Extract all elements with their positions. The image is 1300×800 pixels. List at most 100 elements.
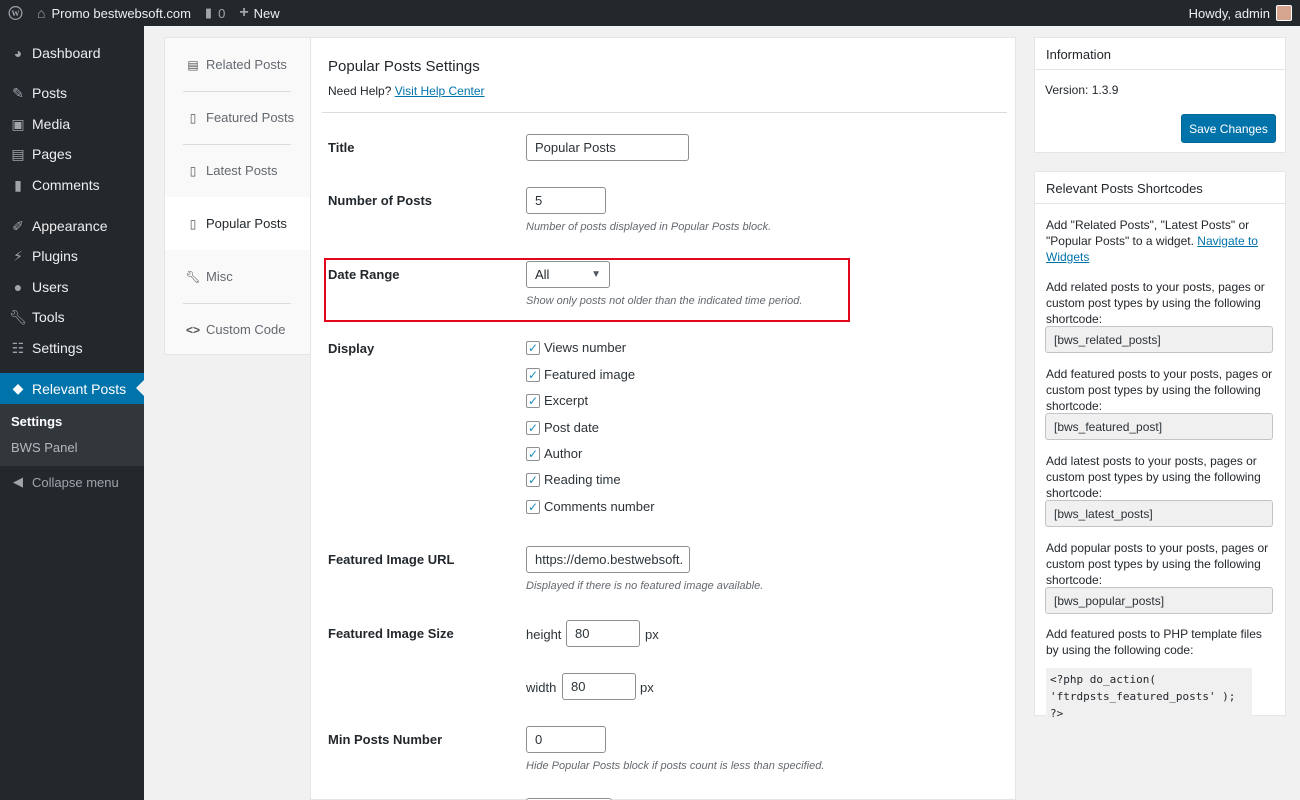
latest-shortcode-field[interactable]: [bws_latest_posts] — [1045, 500, 1273, 527]
php-code-line: <?php do_action( — [1050, 673, 1156, 686]
related-shortcode-field[interactable]: [bws_related_posts] — [1045, 326, 1273, 353]
menu-item-posts[interactable]: ✎ Posts — [0, 78, 144, 108]
tab-misc[interactable]: 🔧︎ Misc — [165, 250, 310, 303]
menu-item-label: Comments — [32, 177, 100, 193]
tab-latest-posts[interactable]: ▯ Latest Posts — [165, 144, 310, 197]
help-prefix: Need Help? — [328, 84, 392, 98]
menu-item-plugins[interactable]: ⚡ Plugins — [0, 241, 144, 271]
latest-shortcode-text: Add latest posts to your posts, pages or… — [1046, 454, 1261, 500]
min-posts-number-input[interactable]: 0 — [526, 726, 606, 753]
checkbox-label: Reading time — [544, 472, 621, 487]
brush-icon: ✐ — [12, 217, 24, 234]
plus-icon: + — [239, 4, 249, 21]
php-code-line: 'ftrdpsts_featured_posts' ); ?> — [1050, 690, 1236, 720]
collapse-label: Collapse menu — [32, 474, 119, 490]
page-title: Popular Posts Settings — [328, 58, 480, 75]
menu-item-label: Settings — [32, 340, 83, 356]
menu-item-label: Posts — [32, 85, 68, 101]
site-name-link[interactable]: ⌂ Promo bestwebsoft.com — [30, 0, 198, 26]
save-changes-button[interactable]: Save Changes — [1181, 114, 1276, 143]
menu-item-media[interactable]: ▣ Media — [0, 109, 144, 139]
tab-featured-posts[interactable]: ▯ Featured Posts — [165, 91, 310, 144]
height-label: height — [526, 627, 562, 642]
featured-image-url-description: Displayed if there is no featured image … — [526, 580, 764, 592]
min-posts-number-description: Hide Popular Posts block if posts count … — [526, 760, 825, 772]
tab-related-posts[interactable]: ▤ Related Posts — [165, 38, 310, 91]
featured-image-url-label: Featured Image URL — [328, 552, 455, 567]
home-icon: ⌂ — [37, 5, 46, 21]
checkbox-featured-image[interactable]: ✓ Featured image — [526, 367, 635, 382]
width-input[interactable]: 80 — [562, 673, 636, 700]
tab-label: Related Posts — [206, 57, 287, 72]
wordpress-logo-icon[interactable]: W — [0, 0, 30, 26]
svg-text:W: W — [11, 9, 20, 18]
document-icon: ▯ — [189, 163, 197, 178]
collapse-arrow-icon: ◀ — [13, 474, 23, 489]
menu-item-label: Tools — [32, 309, 65, 325]
date-range-select[interactable]: All ▼ — [526, 261, 610, 288]
settings-tabs: ▤ Related Posts ▯ Featured Posts ▯ Latest P… — [164, 37, 311, 356]
checkbox-label: Comments number — [544, 499, 655, 514]
version-text: Version: 1.3.9 — [1045, 83, 1119, 97]
code-icon: <> — [185, 322, 200, 337]
featured-shortcode-text: Add featured posts to your posts, pages … — [1046, 367, 1273, 413]
menu-item-comments[interactable]: ▮ Comments — [0, 170, 144, 200]
date-range-value: All — [535, 267, 550, 282]
media-icon: ▣ — [11, 115, 25, 132]
checkbox-label: Excerpt — [544, 393, 589, 408]
pages-icon: ▤ — [11, 145, 25, 162]
menu-item-relevant-posts[interactable]: ◆ Relevant Posts — [0, 373, 144, 404]
checkmark-icon: ✓ — [526, 367, 540, 382]
collapse-menu-button[interactable]: ◀ Collapse menu — [0, 467, 144, 497]
new-content-link[interactable]: + New — [232, 0, 286, 26]
popular-shortcode-text: Add popular posts to your posts, pages o… — [1046, 541, 1269, 587]
menu-item-tools[interactable]: 🔧︎ Tools — [0, 302, 144, 332]
tab-custom-code[interactable]: <> Custom Code — [165, 303, 310, 356]
help-center-link[interactable]: Visit Help Center — [395, 84, 485, 98]
height-input[interactable]: 80 — [566, 620, 640, 647]
howdy-text: Howdy, admin — [1188, 5, 1270, 21]
checkbox-views-number[interactable]: ✓ Views number — [526, 340, 626, 355]
checkbox-reading-time[interactable]: ✓ Reading time — [526, 472, 621, 487]
php-code-text: Add featured posts to PHP template files… — [1046, 627, 1262, 657]
shortcodes-title: Relevant Posts Shortcodes — [1035, 172, 1285, 204]
title-input[interactable]: Popular Posts — [526, 134, 689, 161]
submenu-settings[interactable]: Settings — [11, 414, 62, 429]
admin-bar: W ⌂ Promo bestwebsoft.com ▮ 0 + New Howd… — [0, 0, 1300, 26]
featured-image-url-input[interactable]: https://demo.bestwebsoft. — [526, 546, 690, 573]
settings-icon: ☷ — [11, 339, 25, 356]
plugin-icon: ⚡ — [13, 247, 23, 264]
tab-label: Popular Posts — [206, 216, 287, 231]
min-posts-number-label: Min Posts Number — [328, 732, 443, 747]
popular-shortcode-field[interactable]: [bws_popular_posts] — [1045, 587, 1273, 614]
checkbox-post-date[interactable]: ✓ Post date — [526, 420, 599, 435]
featured-shortcode-field[interactable]: [bws_featured_post] — [1045, 413, 1273, 440]
checkbox-excerpt[interactable]: ✓ Excerpt — [526, 393, 588, 408]
number-of-posts-description: Number of posts displayed in Popular Pos… — [526, 221, 772, 233]
submenu-bws-panel[interactable]: BWS Panel — [11, 440, 77, 455]
menu-item-label: Appearance — [32, 218, 108, 234]
comments-link[interactable]: ▮ 0 — [198, 0, 232, 26]
checkbox-label: Post date — [544, 420, 599, 435]
title-label: Title — [328, 140, 355, 155]
checkbox-author[interactable]: ✓ Author — [526, 446, 582, 461]
menu-item-users[interactable]: ● Users — [0, 272, 144, 302]
menu-item-settings[interactable]: ☷ Settings — [0, 333, 144, 363]
menu-item-pages[interactable]: ▤ Pages — [0, 139, 144, 169]
checkmark-icon: ✓ — [526, 499, 540, 514]
menu-item-label: Users — [32, 279, 69, 295]
display-label: Display — [328, 341, 375, 356]
checkmark-icon: ✓ — [526, 393, 540, 408]
checkbox-comments-number[interactable]: ✓ Comments number — [526, 499, 655, 514]
checkmark-icon: ✓ — [526, 446, 540, 461]
comments-icon: ▮ — [14, 176, 22, 193]
tab-popular-posts[interactable]: ▯ Popular Posts — [165, 197, 311, 250]
bws-icon: ◆ — [12, 380, 24, 396]
menu-item-dashboard[interactable]: ◕ Dashboard — [0, 38, 144, 68]
comment-bubble-icon: ▮ — [204, 5, 213, 20]
my-account-link[interactable]: Howdy, admin — [1182, 0, 1300, 26]
related-shortcode-text: Add related posts to your posts, pages o… — [1046, 280, 1265, 326]
number-of-posts-input[interactable]: 5 — [526, 187, 606, 214]
height-unit: px — [645, 627, 659, 642]
menu-item-appearance[interactable]: ✐ Appearance — [0, 211, 144, 241]
